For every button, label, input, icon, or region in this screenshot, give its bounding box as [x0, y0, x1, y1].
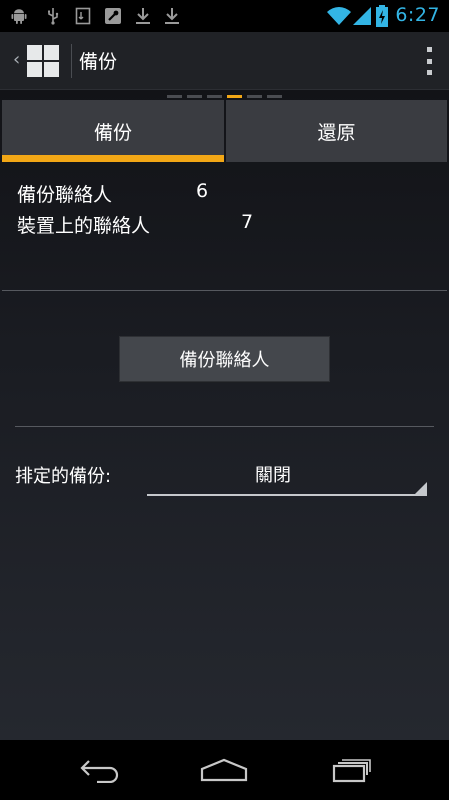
backup-contacts-button[interactable]: 備份聯絡人 — [119, 336, 330, 382]
overflow-menu-icon[interactable] — [427, 47, 433, 75]
device-contacts-label: 裝置上的聯絡人 — [17, 215, 151, 237]
battery-charging-icon — [374, 5, 390, 27]
wrench-icon — [103, 6, 123, 26]
page-dot — [207, 95, 222, 98]
schedule-label: 排定的備份: — [15, 466, 112, 487]
page-dot — [247, 95, 262, 98]
windows-grid-icon[interactable] — [27, 45, 59, 77]
page-dot — [187, 95, 202, 98]
android-icon — [9, 6, 29, 26]
up-caret-icon[interactable]: ‹ — [13, 49, 20, 70]
download-icon — [133, 6, 153, 26]
device-contacts-count: 7 — [241, 211, 254, 233]
backup-contacts-button-label: 備份聯絡人 — [179, 350, 270, 371]
wifi-icon — [326, 6, 352, 26]
backup-contacts-label: 備份聯絡人 — [17, 184, 113, 206]
action-bar: ‹ 備份 — [0, 32, 449, 90]
page-dot-active — [227, 95, 242, 98]
backup-contacts-count: 6 — [196, 180, 209, 202]
signal-icon — [352, 6, 372, 26]
spinner-underline — [147, 494, 427, 496]
download-icon — [162, 6, 182, 26]
title-separator — [71, 44, 72, 78]
home-icon[interactable] — [194, 752, 254, 788]
usb-icon — [43, 6, 63, 26]
selected-tab-indicator — [2, 155, 224, 162]
main-content: 備份 還原 備份聯絡人 6 裝置上的聯絡人 7 備份聯絡人 排定的備份: 關閉 — [0, 90, 449, 740]
page-dot — [267, 95, 282, 98]
recent-apps-icon[interactable] — [320, 752, 380, 788]
navigation-bar — [0, 740, 449, 800]
page-indicator — [0, 95, 449, 99]
back-icon[interactable] — [70, 752, 130, 788]
divider — [15, 426, 434, 427]
schedule-value: 關閉 — [255, 465, 291, 486]
spinner-arrow-icon — [413, 482, 427, 496]
tab-restore[interactable]: 還原 — [226, 100, 447, 162]
status-bar: 6:27 — [0, 0, 449, 32]
page-title: 備份 — [79, 51, 118, 73]
tab-backup-label: 備份 — [93, 121, 132, 144]
page-dot — [167, 95, 182, 98]
tab-backup[interactable]: 備份 — [2, 100, 224, 162]
sd-card-icon — [73, 6, 93, 26]
status-time: 6:27 — [395, 4, 440, 26]
divider — [2, 290, 447, 291]
tab-restore-label: 還原 — [317, 121, 356, 144]
schedule-spinner[interactable]: 關閉 — [147, 454, 427, 496]
tab-bar: 備份 還原 — [0, 100, 449, 162]
